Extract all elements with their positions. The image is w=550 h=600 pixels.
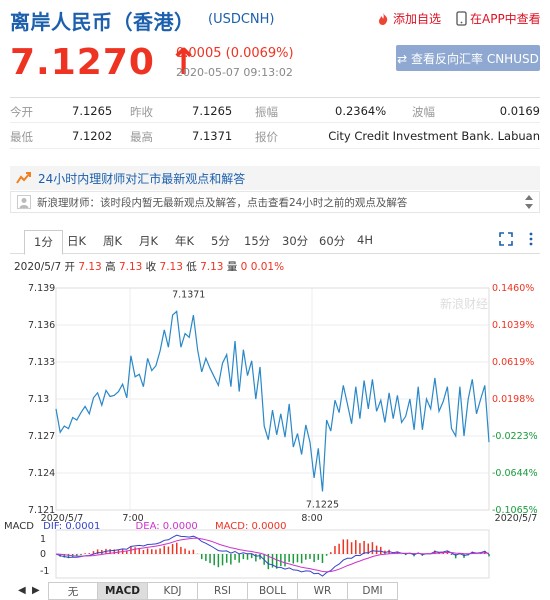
tab-dmi[interactable]: DMI (348, 582, 398, 600)
stats-row: 今开 7.1265 昨收 7.1265 振幅 0.2364% 波幅 0.0169 (10, 97, 540, 123)
tab-monthly[interactable]: 月K (139, 233, 158, 249)
open-in-app-label: 在APP中查看 (470, 12, 541, 26)
ohlc-summary: 2020/5/7 开 7.13 高 7.13 收 7.13 低 7.13 量 0… (14, 261, 285, 273)
min-label: 7.1225 (306, 500, 339, 511)
stats-table: 今开 7.1265 昨收 7.1265 振幅 0.2364% 波幅 0.0169… (10, 97, 540, 149)
stat-label: 振幅 (255, 105, 278, 119)
stat-value: City Credit Investment Bank. Labuan (328, 129, 540, 143)
fullscreen-icon[interactable] (499, 232, 513, 246)
period-tabs: 1分 日K 周K 月K 年K 5分 15分 30分 60分 4H (10, 228, 540, 255)
tab-daily[interactable]: 日K (67, 233, 86, 249)
tab-none[interactable]: 无 (48, 582, 98, 600)
price-line (55, 310, 490, 492)
stat-label: 昨收 (130, 105, 153, 119)
x-tick-label: 8:00 (301, 513, 322, 524)
news-header[interactable]: 24小时内理财师对汇市最新观点和解答 (10, 166, 540, 190)
quote-time: 2020-05-07 09:13:02 (176, 66, 293, 79)
x-tick-label: 2020/5/7 (495, 513, 538, 524)
price-chart[interactable]: 新浪财经 7.1397.1367.1337.137.1277.1247.121 … (0, 278, 550, 580)
stat-value: 7.1265 (72, 104, 113, 118)
tab-4h[interactable]: 4H (357, 233, 373, 247)
stats-row: 最低 7.1202 最高 7.1371 报价 City Credit Inves… (10, 123, 540, 149)
stat-label: 报价 (255, 130, 278, 144)
current-price: 7.1270 ↑ (10, 42, 200, 83)
add-favorite-button[interactable]: 添加自选 (376, 10, 441, 27)
tab-macd[interactable]: MACD (98, 582, 148, 600)
max-label: 7.1371 (172, 289, 205, 300)
price-change: 0.0005 (0.0069%) (176, 46, 294, 61)
next-button[interactable]: ▶ (32, 585, 40, 596)
stat-label: 今开 (10, 105, 33, 119)
pct-tick-label: 0.0619% (492, 357, 534, 368)
stat-label: 最高 (130, 130, 153, 144)
tab-weekly[interactable]: 周K (103, 233, 122, 249)
tab-15min[interactable]: 15分 (244, 233, 270, 249)
y-tick-label: 7.136 (28, 320, 55, 331)
news-item[interactable]: 新浪理财师：该时段内暂无最新观点及解答，点击查看24小时之前的观点及解答 (10, 191, 540, 213)
open-in-app-button[interactable]: 在APP中查看 (456, 10, 541, 27)
tab-60min[interactable]: 60分 (319, 233, 345, 249)
watermark: 新浪财经 (440, 296, 488, 311)
prev-button[interactable]: ◀ (18, 585, 26, 596)
tab-1min[interactable]: 1分 (24, 230, 63, 255)
more-options-icon[interactable] (524, 232, 538, 246)
pct-tick-label: -0.0644% (492, 468, 538, 479)
currency-code: (USDCNH) (208, 12, 275, 27)
pct-tick-label: 0.1039% (492, 320, 534, 331)
tab-yearly[interactable]: 年K (175, 233, 194, 249)
reverse-rate-button[interactable]: ⇄ 查看反向汇率 CNHUSD (396, 45, 540, 71)
macd-tick-label: -1 (40, 566, 49, 577)
news-arrows-icon[interactable] (524, 194, 534, 210)
stat-value: 0.0169 (499, 104, 540, 118)
fire-icon (379, 12, 388, 25)
tab-5min[interactable]: 5分 (211, 233, 230, 249)
stat-value: 7.1202 (72, 129, 113, 143)
tab-rsi[interactable]: RSI (198, 582, 248, 600)
macd-tick-label: 1 (40, 534, 46, 545)
macd-tick-label: 0 (40, 549, 46, 560)
stat-label: 波幅 (412, 105, 435, 119)
stat-value: 0.2364% (335, 104, 387, 118)
y-tick-label: 7.13 (28, 394, 49, 405)
trend-icon (16, 172, 31, 184)
news-header-text: 24小时内理财师对汇市最新观点和解答 (38, 171, 246, 186)
stat-value: 7.1371 (192, 129, 233, 143)
pct-tick-label: 0.1460% (492, 283, 534, 294)
y-tick-label: 7.124 (28, 468, 55, 479)
page-title: 离岸人民币（香港） (10, 10, 195, 34)
add-favorite-label: 添加自选 (393, 12, 442, 26)
indicator-tabs: 无 MACD KDJ RSI BOLL WR DMI (48, 582, 398, 600)
tab-wr[interactable]: WR (298, 582, 348, 600)
macd-legend: MACD DIF: 0.0001 DEA: 0.0000 MACD: 0.000… (4, 521, 287, 532)
y-tick-label: 7.133 (28, 357, 55, 368)
pct-tick-label: -0.0223% (492, 431, 538, 442)
pct-tick-label: 0.0198% (492, 394, 534, 405)
tab-kdj[interactable]: KDJ (148, 582, 198, 600)
y-tick-label: 7.127 (28, 431, 55, 442)
user-avatar-icon (17, 195, 31, 209)
y-tick-label: 7.139 (28, 283, 55, 294)
stat-label: 最低 (10, 130, 33, 144)
tab-boll[interactable]: BOLL (248, 582, 298, 600)
tab-30min[interactable]: 30分 (282, 233, 308, 249)
phone-icon (456, 11, 467, 26)
stat-value: 7.1265 (192, 104, 233, 118)
news-text: 新浪理财师：该时段内暂无最新观点及解答，点击查看24小时之前的观点及解答 (37, 196, 408, 209)
